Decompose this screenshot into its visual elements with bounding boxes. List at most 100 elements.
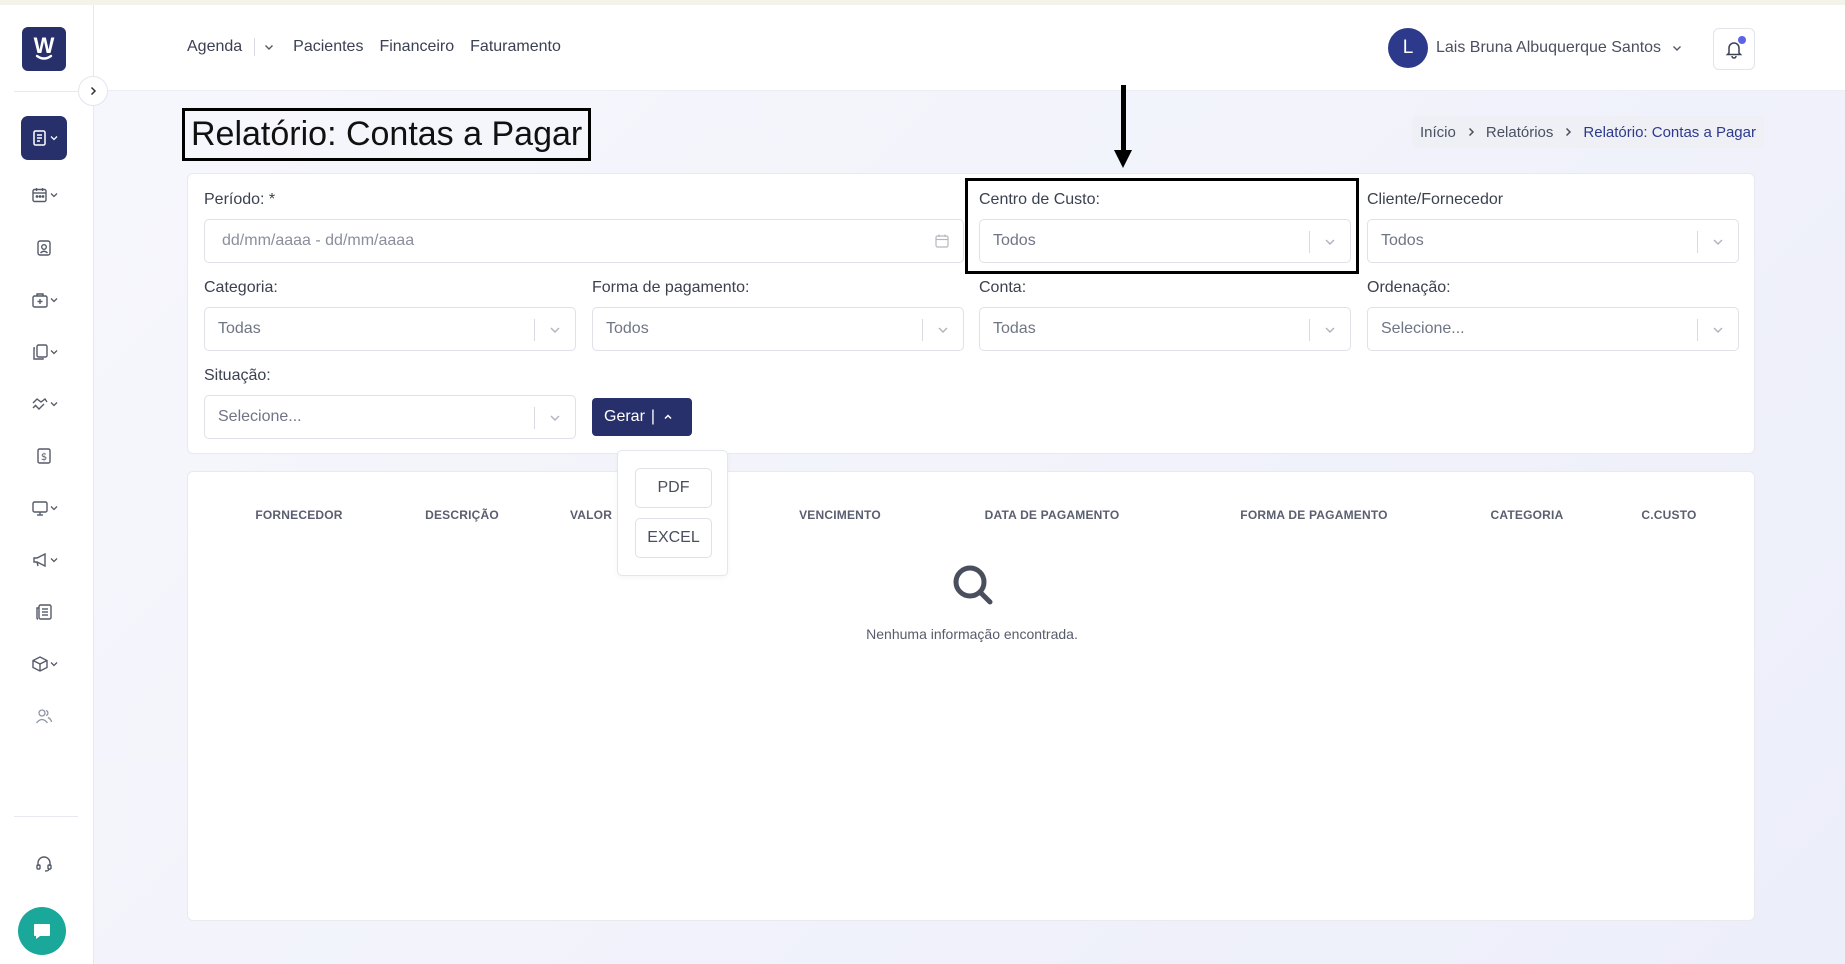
centro-custo-label: Centro de Custo: <box>979 191 1100 208</box>
chevron-right-icon <box>90 86 97 96</box>
app-logo[interactable]: W <box>22 27 66 71</box>
cliente-fornecedor-label: Cliente/Fornecedor <box>1367 191 1504 208</box>
cliente-fornecedor-value: Todos <box>1381 232 1424 249</box>
conta-value: Todas <box>993 320 1036 337</box>
users-icon <box>35 709 53 724</box>
chevron-up-icon <box>664 414 672 420</box>
nav-divider <box>254 38 256 56</box>
sidebar-item-patients[interactable] <box>21 226 67 270</box>
categoria-select[interactable]: Todas <box>204 307 576 351</box>
generate-button[interactable]: Gerar | <box>592 398 692 436</box>
ordenacao-select[interactable]: Selecione... <box>1367 307 1739 351</box>
breadcrumb-home[interactable]: Início <box>1420 124 1456 141</box>
logo-icon: W <box>34 34 55 60</box>
situacao-select[interactable]: Selecione... <box>204 395 576 439</box>
user-menu[interactable]: L Lais Bruna Albuquerque Santos <box>1388 28 1683 68</box>
select-separator <box>1697 231 1698 253</box>
filters-card: Período: * dd/mm/aaaa - dd/mm/aaaa Centr… <box>187 173 1755 454</box>
select-separator <box>1309 231 1310 253</box>
sidebar-item-users[interactable] <box>21 694 67 738</box>
sidebar-item-support[interactable] <box>21 842 67 886</box>
chevron-down-icon[interactable] <box>263 41 275 53</box>
sidebar-item-calendar[interactable] <box>21 173 67 217</box>
results-table: FORNECEDOR DESCRIÇÃO VALOR VENCIMENTO DA… <box>187 471 1755 921</box>
sidebar-expand-button[interactable] <box>78 76 108 106</box>
ordenacao-field: Ordenação: Selecione... <box>1367 279 1739 351</box>
forma-pagamento-select[interactable]: Todos <box>592 307 964 351</box>
categoria-field: Categoria: Todas <box>204 279 576 351</box>
chevron-down-icon <box>550 327 560 333</box>
centro-custo-value: Todos <box>993 232 1036 249</box>
column-header-fornecedor[interactable]: FORNECEDOR <box>255 508 342 522</box>
cliente-fornecedor-field: Cliente/Fornecedor Todos <box>1367 191 1739 263</box>
select-separator <box>534 319 535 341</box>
avatar: L <box>1388 28 1428 68</box>
periodo-placeholder: dd/mm/aaaa - dd/mm/aaaa <box>222 232 415 249</box>
breadcrumb-reports[interactable]: Relatórios <box>1486 124 1554 141</box>
sidebar-item-news[interactable] <box>21 590 67 634</box>
chevron-down-icon <box>1713 327 1723 333</box>
sidebar-item-monitor[interactable] <box>21 486 67 530</box>
column-header-forma-pagamento[interactable]: FORMA DE PAGAMENTO <box>1240 508 1387 522</box>
chevron-down-icon <box>50 402 57 407</box>
sidebar-item-marketing[interactable] <box>21 538 67 582</box>
chevron-down-icon <box>1673 46 1682 51</box>
column-header-data-pagamento[interactable]: DATA DE PAGAMENTO <box>985 508 1120 522</box>
situacao-field: Situação: Selecione... <box>204 367 576 439</box>
column-header-valor[interactable]: VALOR <box>570 508 612 522</box>
situacao-label: Situação: <box>204 367 271 384</box>
nav-faturamento[interactable]: Faturamento <box>470 38 561 56</box>
annotation-arrow <box>1121 85 1126 153</box>
chat-bubble-icon <box>34 924 50 939</box>
sidebar-item-reports[interactable] <box>21 116 67 160</box>
svg-text:W: W <box>34 34 55 58</box>
calendar-icon <box>935 234 949 248</box>
select-separator <box>1697 319 1698 341</box>
column-header-vencimento[interactable]: VENCIMENTO <box>799 508 881 522</box>
select-separator <box>1309 319 1310 341</box>
headset-icon <box>36 856 52 872</box>
column-header-descricao[interactable]: DESCRIÇÃO <box>425 508 499 522</box>
nav-pacientes[interactable]: Pacientes <box>293 38 363 56</box>
centro-custo-select[interactable]: Todos <box>979 219 1351 263</box>
top-bar: Agenda Pacientes Financeiro Faturamento … <box>94 5 1845 91</box>
chevron-down-icon <box>50 193 57 198</box>
search-icon <box>953 565 993 605</box>
periodo-date-range-input[interactable]: dd/mm/aaaa - dd/mm/aaaa <box>204 219 964 263</box>
breadcrumb-current: Relatório: Contas a Pagar <box>1583 123 1756 141</box>
sidebar: W $ <box>0 5 94 964</box>
export-pdf-option[interactable]: PDF <box>635 468 712 508</box>
sidebar-item-medical[interactable] <box>21 278 67 322</box>
cliente-fornecedor-select[interactable]: Todos <box>1367 219 1739 263</box>
chevron-down-icon <box>1325 327 1335 333</box>
chat-button[interactable] <box>18 907 66 955</box>
nav-agenda[interactable]: Agenda <box>187 38 242 56</box>
documents-icon <box>32 344 48 360</box>
report-icon <box>32 130 46 146</box>
generate-separator: | <box>650 408 656 425</box>
user-name: Lais Bruna Albuquerque Santos <box>1436 39 1662 56</box>
breadcrumb: Início Relatórios Relatório: Contas a Pa… <box>1412 116 1764 148</box>
sidebar-item-stock[interactable] <box>21 642 67 686</box>
ordenacao-label: Ordenação: <box>1367 279 1451 296</box>
box-icon <box>31 656 48 672</box>
chevron-down-icon <box>50 136 57 141</box>
column-header-categoria[interactable]: CATEGORIA <box>1491 508 1564 522</box>
notifications-button[interactable] <box>1713 28 1755 70</box>
export-dropdown: PDF EXCEL <box>617 450 728 576</box>
ordenacao-value: Selecione... <box>1381 320 1465 337</box>
monitor-icon <box>31 501 48 516</box>
column-header-c-custo[interactable]: C.CUSTO <box>1641 508 1696 522</box>
sidebar-divider <box>14 91 78 92</box>
handshake-icon <box>32 397 48 410</box>
select-separator <box>922 319 923 341</box>
chevron-right-icon <box>1563 127 1573 137</box>
sidebar-item-partners[interactable] <box>21 382 67 426</box>
sidebar-item-finance[interactable]: $ <box>21 434 67 478</box>
nav-financeiro[interactable]: Financeiro <box>379 38 454 56</box>
export-excel-option[interactable]: EXCEL <box>635 518 712 558</box>
chevron-down-icon <box>50 558 57 563</box>
main-nav: Agenda Pacientes Financeiro Faturamento <box>187 38 561 56</box>
sidebar-item-documents[interactable] <box>21 330 67 374</box>
conta-select[interactable]: Todas <box>979 307 1351 351</box>
